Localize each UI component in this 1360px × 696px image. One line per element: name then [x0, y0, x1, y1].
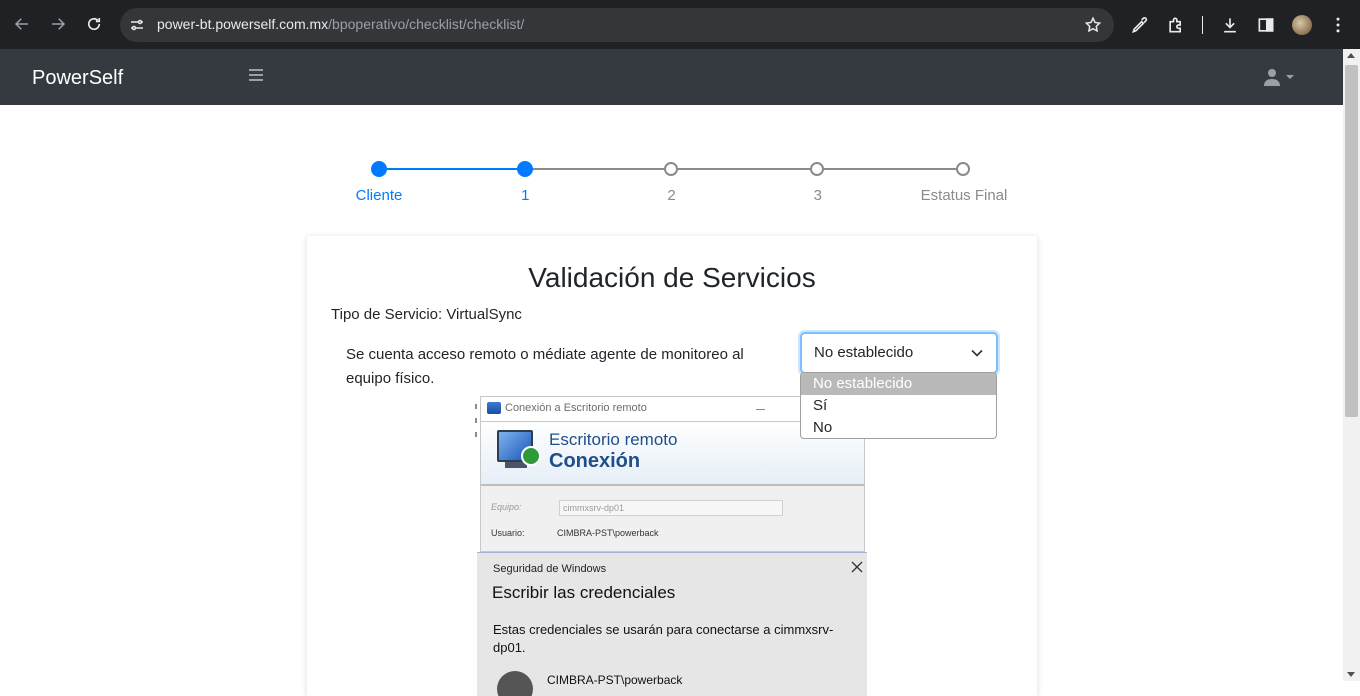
- remote-access-question: Se cuenta acceso remoto o médiate agente…: [346, 346, 744, 387]
- scroll-up-icon[interactable]: [1347, 53, 1355, 58]
- url-text: power-bt.powerself.com.mx/bpoperativo/ch…: [157, 16, 524, 32]
- select-option[interactable]: Sí: [801, 395, 996, 417]
- progress-stepper: Cliente 1 2 3 Estatus Final: [355, 158, 1007, 208]
- more-menu-icon[interactable]: [1328, 15, 1348, 35]
- url-path: /bpoperativo/checklist/checklist/: [328, 16, 525, 32]
- extensions-icon[interactable]: [1166, 15, 1186, 35]
- step-connector: [525, 168, 672, 170]
- rdp-form: Equipo: cimmxsrv-dp01 Usuario: CIMBRA-PS…: [480, 484, 865, 552]
- step-dot: [956, 162, 970, 176]
- bookmark-star-icon[interactable]: [1084, 16, 1102, 34]
- step-label: Cliente: [355, 187, 403, 204]
- rdp-window-title: Conexión a Escritorio remoto: [505, 402, 647, 414]
- step-dot: [371, 161, 387, 177]
- rdp-usuario-value: CIMBRA-PST\powerback: [557, 528, 659, 538]
- security-text: Estas credenciales se usarán para conect…: [493, 622, 834, 655]
- remote-desktop-screenshot: Conexión a Escritorio remoto Escritorio …: [477, 396, 867, 696]
- user-menu-button[interactable]: [1264, 68, 1294, 86]
- security-user: CIMBRA-PST\powerback: [547, 673, 683, 687]
- back-icon[interactable]: [11, 13, 33, 35]
- step-dot: [517, 161, 534, 177]
- select-option[interactable]: No: [801, 417, 996, 438]
- user-avatar-icon: [497, 671, 533, 696]
- rdp-equipo-field: cimmxsrv-dp01: [559, 500, 783, 516]
- address-bar[interactable]: power-bt.powerself.com.mx/bpoperativo/ch…: [120, 8, 1114, 42]
- close-icon: [851, 561, 863, 573]
- brand-logo[interactable]: PowerSelf: [32, 67, 123, 90]
- rdp-banner-line2: Conexión: [549, 450, 641, 472]
- toolbar-separator: [1202, 16, 1203, 34]
- step-connector: [671, 168, 818, 170]
- rdp-equipo-label: Equipo:: [491, 502, 522, 512]
- site-settings-icon[interactable]: [128, 16, 146, 34]
- hamburger-menu-icon[interactable]: [249, 69, 263, 83]
- rdp-banner-line1: Escritorio remoto: [549, 430, 678, 449]
- card-title: Validación de Servicios: [528, 262, 816, 293]
- security-header: Seguridad de Windows: [493, 563, 607, 575]
- page-scrollbar[interactable]: [1343, 49, 1360, 681]
- step-label: 2: [667, 187, 676, 204]
- user-icon: [1264, 69, 1280, 86]
- security-title: Escribir las credenciales: [492, 583, 676, 602]
- url-host: power-bt.powerself.com.mx: [157, 16, 329, 32]
- eyedropper-icon[interactable]: [1130, 15, 1150, 35]
- step-connector: [817, 168, 964, 170]
- select-value: No establecido: [814, 344, 914, 361]
- forward-icon[interactable]: [47, 13, 69, 35]
- windows-security-dialog: Seguridad de Windows Escribir las creden…: [477, 552, 867, 696]
- rdp-usuario-label: Usuario:: [491, 528, 525, 538]
- select-dropdown-list: No establecido Sí No: [800, 372, 997, 439]
- step-label: 1: [521, 187, 530, 204]
- rdp-app-icon: [487, 402, 501, 414]
- browser-toolbar: power-bt.powerself.com.mx/bpoperativo/ch…: [0, 0, 1360, 49]
- step-label: Estatus Final: [920, 187, 1008, 204]
- download-icon[interactable]: [1220, 15, 1240, 35]
- side-panel-icon[interactable]: [1256, 15, 1276, 35]
- reload-icon[interactable]: [83, 13, 105, 35]
- profile-avatar[interactable]: [1292, 15, 1312, 35]
- step-dot: [663, 162, 678, 176]
- scrollbar-thumb[interactable]: [1345, 65, 1358, 417]
- remote-access-select[interactable]: No establecido: [800, 332, 998, 374]
- connection-badge-icon: [521, 446, 541, 466]
- select-option[interactable]: No establecido: [801, 373, 996, 395]
- app-navbar: PowerSelf: [0, 49, 1343, 105]
- validation-card: Validación de Servicios Tipo de Servicio…: [307, 236, 1037, 696]
- step-connector: [379, 168, 526, 170]
- minimize-icon: [756, 409, 765, 410]
- scroll-down-icon[interactable]: [1347, 672, 1355, 677]
- step-dot: [809, 162, 824, 176]
- chevron-down-icon: [971, 349, 983, 357]
- service-type-label: Tipo de Servicio: VirtualSync: [331, 306, 522, 323]
- chevron-down-icon: [1286, 75, 1294, 79]
- step-label: 3: [813, 187, 822, 204]
